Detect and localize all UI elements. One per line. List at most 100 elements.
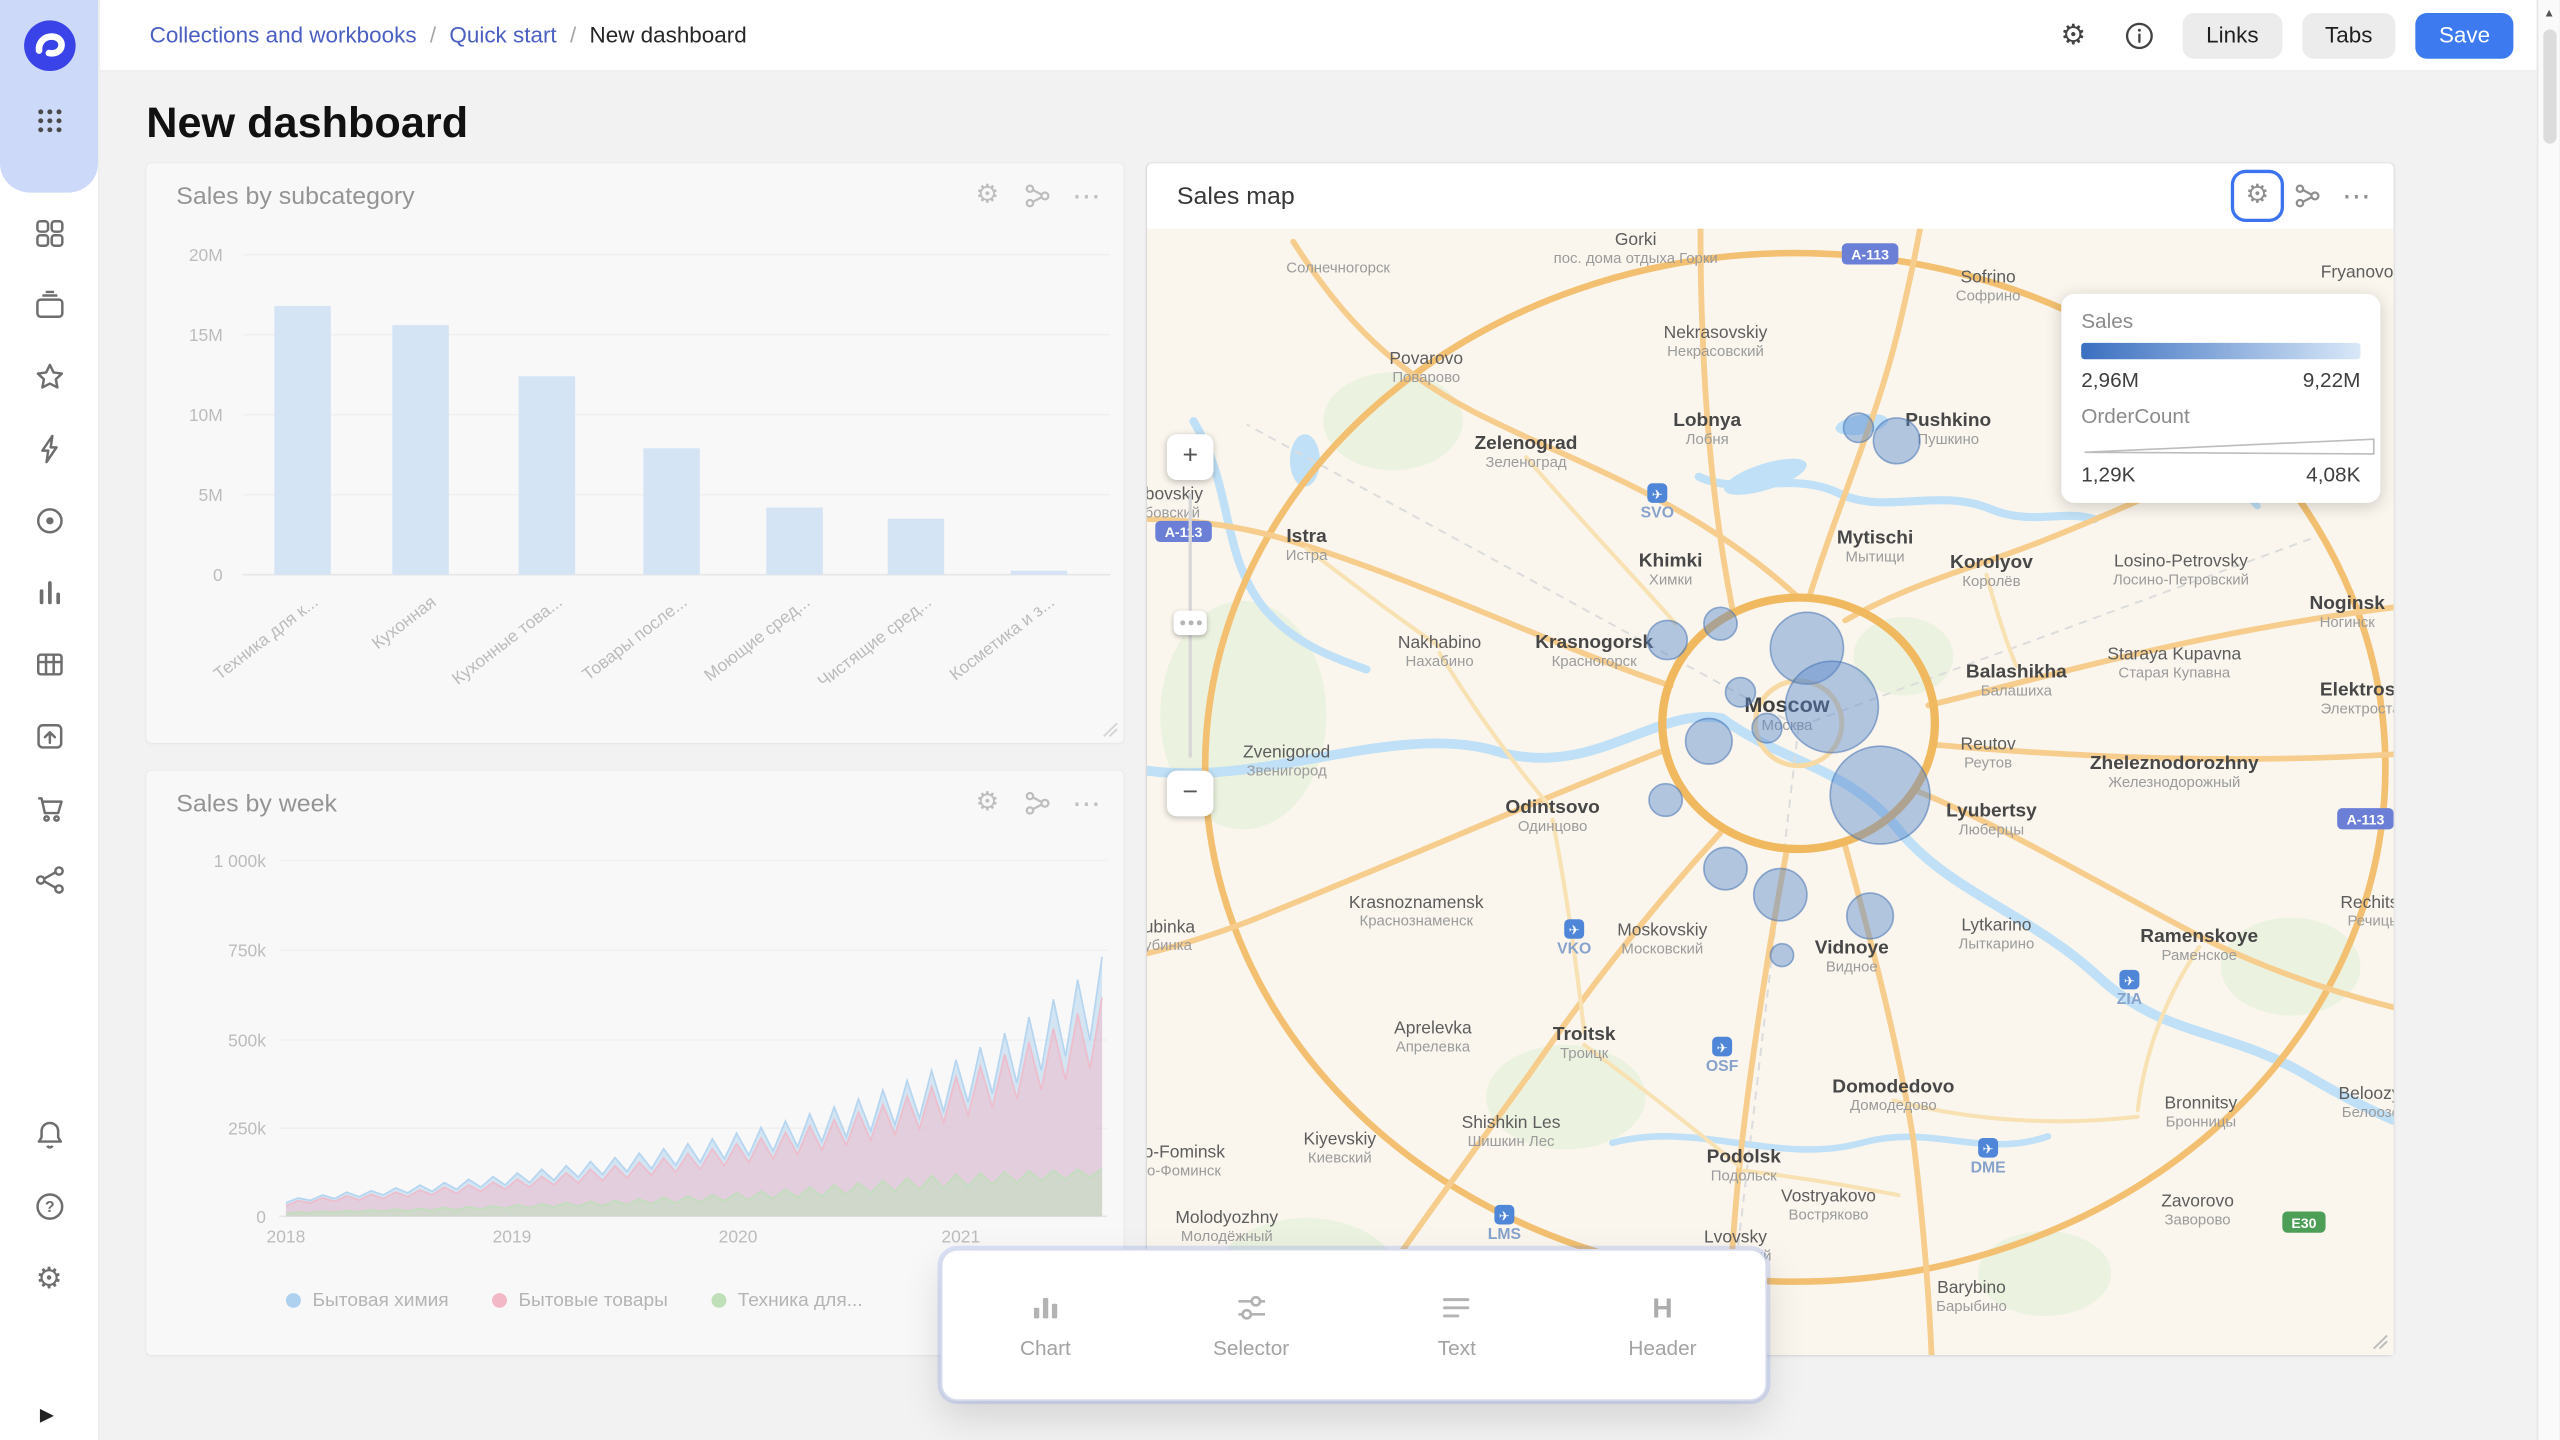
charts-icon[interactable] <box>32 576 65 609</box>
monitoring-icon[interactable] <box>32 505 65 538</box>
breadcrumb-quick-start[interactable]: Quick start <box>449 23 556 47</box>
map-bubble[interactable] <box>1704 847 1747 889</box>
widget-menu-button[interactable]: ⋯ <box>2334 173 2381 219</box>
settings-icon[interactable]: ⚙ <box>32 1262 65 1295</box>
editor-icon[interactable] <box>32 433 65 466</box>
ellipsis-icon: ⋯ <box>2342 182 2372 210</box>
widget-settings-button[interactable]: ⚙ <box>964 173 1011 219</box>
breadcrumb-collections[interactable]: Collections and workbooks <box>150 23 417 47</box>
map-bubble[interactable] <box>1725 678 1755 707</box>
legend-sales-max: 9,22M <box>2303 369 2361 392</box>
bar[interactable] <box>274 306 331 575</box>
dashboards-icon[interactable] <box>32 217 65 250</box>
notifications-icon[interactable] <box>32 1118 65 1151</box>
map-bubble[interactable] <box>1843 413 1873 442</box>
bar[interactable] <box>643 448 700 574</box>
bar[interactable] <box>392 325 449 575</box>
plane-icon: ✈ <box>1499 1209 1510 1224</box>
connections-icon[interactable] <box>32 720 65 753</box>
scroll-up-icon[interactable]: ▲ <box>2538 0 2560 20</box>
map-label: Beloozyorsky <box>2339 1083 2394 1103</box>
map-bubble[interactable] <box>1752 713 1782 742</box>
map-label: Zheleznodorozhny <box>2090 753 2259 774</box>
apps-grid-icon[interactable] <box>33 104 66 137</box>
resize-handle-icon[interactable] <box>1102 722 1119 738</box>
add-selector-button[interactable]: Selector <box>1160 1251 1343 1400</box>
map-sublabel: пос. дома отдыха Горки <box>1554 251 1718 267</box>
map-bubble[interactable] <box>1847 893 1894 939</box>
legend-sales-label: Sales <box>2081 310 2360 333</box>
airport-code: OSF <box>1706 1058 1738 1075</box>
zoom-in-button[interactable]: + <box>1167 434 1214 480</box>
map-label: Kubinka <box>1147 916 1196 936</box>
resize-handle-icon[interactable] <box>2372 1334 2389 1350</box>
bar[interactable] <box>1011 571 1068 575</box>
map-bubble[interactable] <box>1770 944 1793 967</box>
map-bubble[interactable] <box>1704 607 1737 640</box>
collections-icon[interactable] <box>32 289 65 322</box>
map-sublabel: Раменское <box>2162 948 2237 964</box>
x-category-label: Товары после... <box>578 592 691 684</box>
zoom-slider[interactable] <box>1189 493 1192 757</box>
map-legend: Sales 2,96M 9,22M OrderCount 1,29K 4,08K <box>2061 294 2380 503</box>
page-title: New dashboard <box>146 98 468 149</box>
map[interactable]: СолнечногорскGorkiпос. дома отдыха Горки… <box>1147 229 2394 1356</box>
bar[interactable] <box>888 519 945 575</box>
legend-item[interactable]: Бытовая химия <box>286 1291 449 1311</box>
map-bubble[interactable] <box>1649 784 1682 817</box>
x-tick-label: 2021 <box>941 1227 980 1247</box>
favorites-icon[interactable] <box>32 361 65 394</box>
map-sublabel: Молодёжный <box>1181 1229 1273 1245</box>
map-label: Aprelevka <box>1394 1018 1472 1038</box>
widget-share-button[interactable] <box>1014 780 1061 826</box>
map-bubble[interactable] <box>1785 661 1878 752</box>
map-bubble[interactable] <box>1873 418 1920 464</box>
map-label: Povarovo <box>1389 348 1463 368</box>
page-scrollbar[interactable]: ▲ <box>2537 0 2560 1440</box>
y-tick-label: 750k <box>228 941 266 961</box>
y-tick-label: 250k <box>228 1119 266 1139</box>
map-bubble[interactable] <box>1754 869 1807 921</box>
widget-menu-button[interactable]: ⋯ <box>1064 780 1111 826</box>
info-icon <box>2125 20 2155 49</box>
info-button[interactable] <box>2116 12 2163 58</box>
datalens-logo[interactable] <box>23 20 76 72</box>
services-flow-icon[interactable] <box>32 864 65 897</box>
map-sublabel: Пушкино <box>1917 432 1979 448</box>
zoom-out-button[interactable]: − <box>1167 771 1214 817</box>
save-button[interactable]: Save <box>2416 12 2514 58</box>
zoom-slider-handle[interactable] <box>1174 611 1207 635</box>
x-tick-label: 2019 <box>493 1227 532 1247</box>
plane-icon: ✈ <box>1983 1142 1994 1157</box>
widget-share-button[interactable] <box>1014 173 1061 219</box>
map-label: Krasnogorsk <box>1535 632 1653 653</box>
datasets-icon[interactable] <box>32 648 65 681</box>
scrollbar-thumb[interactable] <box>2543 29 2556 143</box>
map-label: Sofrino <box>1960 267 2015 287</box>
map-bubble[interactable] <box>1647 620 1687 659</box>
marketplace-icon[interactable] <box>32 792 65 825</box>
bar[interactable] <box>766 508 823 575</box>
dashboard-settings-button[interactable]: ⚙ <box>2050 12 2097 58</box>
add-widget-panel: Chart Selector Text H <box>941 1249 1767 1401</box>
map-label: Nekrasovskiy <box>1664 322 1768 342</box>
sidebar-bottom: ? ⚙ <box>0 1118 98 1294</box>
links-button[interactable]: Links <box>2183 12 2282 58</box>
widget-settings-button[interactable]: ⚙ <box>2234 173 2281 219</box>
legend-item[interactable]: Бытовые товары <box>492 1291 668 1311</box>
map-bubble[interactable] <box>1686 718 1733 764</box>
add-text-button[interactable]: Text <box>1365 1251 1548 1400</box>
help-icon[interactable]: ? <box>32 1190 65 1223</box>
legend-item[interactable]: Техника для... <box>711 1291 863 1311</box>
add-chart-button[interactable]: Chart <box>954 1251 1137 1400</box>
tabs-button[interactable]: Tabs <box>2302 12 2396 58</box>
widget-settings-button[interactable]: ⚙ <box>964 780 1011 826</box>
widget-menu-button[interactable]: ⋯ <box>1064 173 1111 219</box>
share-icon <box>1024 790 1051 816</box>
road-shield-label: A-113 <box>1851 247 1889 263</box>
expand-sidebar-icon[interactable]: ▶ <box>40 1404 54 1425</box>
map-bubble[interactable] <box>1830 746 1930 844</box>
bar[interactable] <box>519 376 576 574</box>
add-header-button[interactable]: H Header <box>1571 1251 1754 1400</box>
widget-share-button[interactable] <box>2284 173 2331 219</box>
